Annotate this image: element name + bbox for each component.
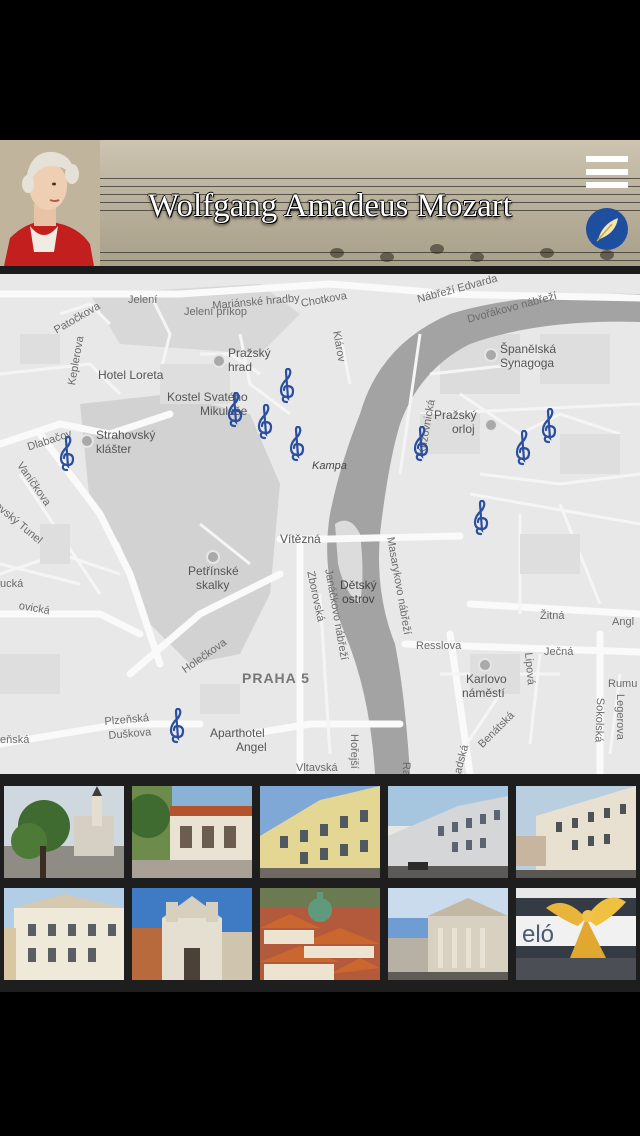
map-label: Sokolská (592, 697, 606, 743)
map-poi-dot (484, 348, 498, 362)
hamburger-menu-icon (586, 182, 628, 188)
map-label: Petřínské (188, 564, 239, 578)
map-label: ostrov (342, 592, 375, 606)
map-poi-dot (80, 434, 94, 448)
map-label: Angl (612, 616, 635, 628)
music-staff-line (90, 252, 640, 253)
map-poi-dot (484, 418, 498, 432)
menu-button[interactable] (586, 156, 628, 188)
map-label: Dětský (340, 578, 377, 592)
treble-clef-icon[interactable] (278, 368, 296, 404)
map-label: eňská (0, 734, 30, 746)
map-label: Jelení (128, 294, 158, 306)
gallery-thumbnail[interactable] (388, 786, 508, 878)
map-label: náměstí (462, 686, 505, 700)
treble-clef-icon[interactable] (540, 408, 558, 444)
map-poi-dot (478, 658, 492, 672)
map-label: Pražský (434, 408, 477, 422)
music-note-decoration (380, 252, 394, 262)
quill-button[interactable] (586, 208, 628, 250)
treble-clef-icon[interactable] (288, 426, 306, 462)
map-label: ucká (0, 578, 24, 590)
map-label: Karlovo (466, 672, 507, 686)
treble-clef-icon[interactable] (472, 500, 490, 536)
app-header: Wolfgang Amadeus Mozart (0, 140, 640, 266)
hamburger-menu-icon (586, 156, 628, 162)
hamburger-menu-icon (586, 169, 628, 175)
music-note-decoration (470, 252, 484, 262)
treble-clef-icon[interactable] (256, 404, 274, 440)
map-label: Pražský (228, 346, 271, 360)
music-note-decoration (540, 248, 554, 258)
map-label: Kampa (312, 460, 347, 472)
map-label: Ra (400, 762, 412, 774)
map-label: Resslova (416, 640, 462, 652)
music-staff-line (90, 186, 640, 187)
gallery-thumbnail[interactable] (132, 786, 252, 878)
map-label: Hořejší (348, 734, 360, 769)
gallery-thumbnail[interactable] (132, 888, 252, 980)
map-label: Synagoga (500, 356, 555, 370)
map-poi-dot (212, 354, 226, 368)
gallery-thumbnail[interactable] (4, 786, 124, 878)
music-staff-line (90, 178, 640, 179)
map-label: Vltavská (296, 762, 338, 774)
map-label: Vítězná (280, 532, 321, 546)
map-label: Ječná (544, 646, 574, 658)
map-label: Hotel Loreta (98, 368, 164, 382)
map-label: hrad (228, 360, 253, 374)
map-label: Jelení příkop (184, 306, 247, 318)
gallery-thumbnail[interactable]: eló (516, 888, 636, 980)
map-label: skalky (196, 578, 230, 592)
map-label: Legerova (614, 694, 626, 740)
map-view[interactable]: Patočkova Jelení Mariánské hradby Chotko… (0, 274, 640, 774)
treble-clef-icon[interactable] (514, 430, 532, 466)
map-district-label: PRAHA 5 (242, 670, 310, 686)
map-label: orloj (452, 422, 475, 436)
photo-gallery: eló (0, 774, 640, 992)
navigation-bar-area (0, 992, 640, 1136)
music-note-decoration (430, 244, 444, 254)
map-label: Rumu (608, 678, 638, 690)
treble-clef-icon[interactable] (412, 426, 430, 462)
map-label: Angel (236, 740, 267, 754)
map-label: Žitná (540, 610, 565, 622)
header-separator (0, 266, 640, 274)
map-poi-dot (206, 550, 220, 564)
gallery-thumbnail[interactable] (260, 786, 380, 878)
gallery-thumbnail[interactable] (516, 786, 636, 878)
gallery-thumbnail[interactable] (260, 888, 380, 980)
music-note-decoration (330, 248, 344, 258)
mozart-portrait (0, 140, 100, 266)
map-label: Španělská (500, 342, 557, 356)
music-note-decoration (600, 250, 614, 260)
music-staff-line (90, 260, 640, 261)
app-title: Wolfgang Amadeus Mozart (148, 188, 512, 224)
status-bar-area (0, 0, 640, 140)
map-label: Strahovský (96, 428, 156, 442)
map-label: Aparthotel (210, 726, 265, 740)
treble-clef-icon[interactable] (58, 436, 76, 472)
gallery-thumbnail[interactable] (4, 888, 124, 980)
angel-sign-text: eló (522, 921, 554, 948)
treble-clef-icon[interactable] (168, 708, 186, 744)
gallery-thumbnail[interactable] (388, 888, 508, 980)
quill-icon (596, 218, 618, 242)
treble-clef-icon[interactable] (226, 392, 244, 428)
map-label: klášter (96, 442, 132, 456)
